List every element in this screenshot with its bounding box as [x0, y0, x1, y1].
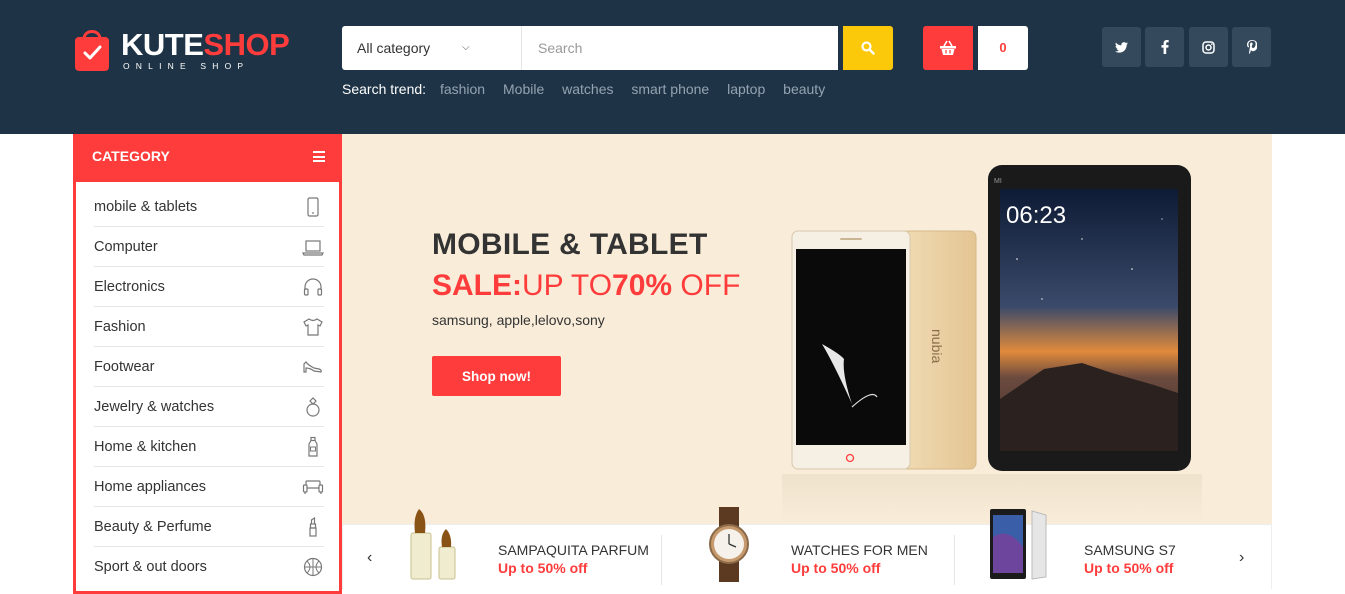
mobile-icon — [307, 197, 319, 217]
search-trend-label: Search trend: — [342, 81, 427, 97]
category-item-label: Fashion — [94, 319, 146, 335]
watch-image — [709, 507, 749, 582]
sale-label: SALE: — [432, 269, 522, 302]
tablet-clock: 06:23 — [1006, 202, 1066, 229]
facebook-icon — [1161, 40, 1169, 54]
category-item-label: Electronics — [94, 279, 165, 295]
hero-banner: MOBILE & TABLET SALE:UP TO70% OFF samsun… — [342, 134, 1272, 524]
product-name: SAMSUNG S7 — [1084, 542, 1176, 558]
category-item-label: Sport & out doors — [94, 559, 207, 575]
category-item-label: mobile & tablets — [94, 199, 198, 215]
category-item-beauty-perfume[interactable]: Beauty & Perfume — [94, 507, 324, 547]
twitter-button[interactable] — [1102, 27, 1141, 67]
category-sidebar: CATEGORY mobile & tablets Computer Elect… — [73, 134, 342, 594]
banner-title: MOBILE & TABLET — [432, 228, 708, 261]
category-item-mobile-tablets[interactable]: mobile & tablets — [94, 187, 324, 227]
trend-link-mobile[interactable]: Mobile — [503, 81, 544, 97]
trend-link-beauty[interactable]: beauty — [783, 81, 825, 97]
trend-link-laptop[interactable]: laptop — [727, 81, 765, 97]
facebook-button[interactable] — [1145, 27, 1184, 67]
smartphone-image — [990, 509, 1047, 580]
category-item-label: Jewelry & watches — [94, 399, 215, 415]
sale-suffix: OFF — [672, 269, 741, 302]
sale-percent: 70% — [612, 269, 673, 302]
category-list: mobile & tablets Computer Electronics Fa… — [94, 187, 324, 587]
category-item-label: Beauty & Perfume — [94, 519, 212, 535]
category-item-electronics[interactable]: Electronics — [94, 267, 324, 307]
category-select[interactable]: All category ⌵ — [342, 26, 522, 70]
search-trend: Search trend: fashion Mobile watches sma… — [342, 81, 839, 97]
product-name: WATCHES FOR MEN — [791, 542, 928, 558]
divider — [661, 535, 662, 585]
cart-button[interactable] — [923, 26, 973, 70]
product-deal: Up to 50% off — [498, 560, 588, 576]
search-input[interactable] — [523, 26, 835, 70]
trend-link-fashion[interactable]: fashion — [440, 81, 485, 97]
sale-text: UP TO — [522, 269, 613, 302]
category-item-footwear[interactable]: Footwear — [94, 347, 324, 387]
perfume-image — [410, 509, 456, 580]
category-header[interactable]: CATEGORY — [73, 134, 342, 182]
lipstick-icon — [309, 516, 317, 537]
trend-link-smart-phone[interactable]: smart phone — [631, 81, 709, 97]
ring-icon — [306, 397, 320, 417]
category-item-jewelry-watches[interactable]: Jewelry & watches — [94, 387, 324, 427]
ball-icon — [303, 557, 323, 577]
headphones-icon — [303, 278, 323, 296]
search-button[interactable] — [843, 26, 893, 70]
logo-tagline: ONLINE SHOP — [123, 61, 250, 71]
divider — [954, 535, 955, 585]
category-title: CATEGORY — [92, 148, 170, 164]
menu-icon — [313, 151, 325, 162]
category-item-label: Home appliances — [94, 479, 207, 495]
product-deal: Up to 50% off — [791, 560, 881, 576]
pinterest-button[interactable] — [1232, 27, 1271, 67]
category-item-fashion[interactable]: Fashion — [94, 307, 324, 347]
tablet-brand-mark: MI — [994, 178, 1002, 185]
banner-brands: samsung, apple,lelovo,sony — [432, 312, 605, 328]
category-item-label: Home & kitchen — [94, 439, 197, 455]
search-icon — [861, 41, 875, 55]
logo-text-shop: SHOP — [203, 27, 290, 62]
sofa-icon — [302, 480, 324, 494]
category-item-label: Footwear — [94, 359, 155, 375]
product-strip: ‹ SAMPAQUITA PARFUM Up to 50% off WATCHE… — [342, 507, 1272, 589]
category-item-label: Computer — [94, 239, 158, 255]
chevron-right-icon[interactable]: › — [1239, 549, 1244, 567]
trend-link-watches[interactable]: watches — [562, 81, 613, 97]
product-name: SAMPAQUITA PARFUM — [498, 542, 649, 558]
pinterest-icon — [1246, 40, 1257, 54]
twitter-icon — [1115, 41, 1128, 53]
category-item-home-kitchen[interactable]: Home & kitchen — [94, 427, 324, 467]
shop-now-button[interactable]: Shop now! — [432, 356, 561, 396]
nubia-logo: nubia — [929, 329, 945, 363]
logo-text-kute: KUTE — [121, 27, 204, 62]
chevron-left-icon[interactable]: ‹ — [367, 549, 372, 567]
shopping-bag-icon — [75, 30, 109, 71]
shoe-icon — [303, 361, 322, 373]
basket-icon — [940, 40, 956, 55]
search-bar: All category ⌵ — [342, 26, 838, 70]
tshirt-icon — [303, 318, 323, 336]
category-item-home-appliances[interactable]: Home appliances — [94, 467, 324, 507]
cart-count[interactable]: 0 — [978, 26, 1028, 70]
laptop-icon — [302, 240, 324, 256]
category-select-value: All category — [357, 40, 431, 56]
site-header: KUTESHOP ONLINE SHOP All category ⌵ 0 — [0, 0, 1345, 134]
category-item-sport-outdoors[interactable]: Sport & out doors — [94, 547, 324, 587]
devices-image: nubia 06:23 MI — [782, 165, 1202, 524]
category-item-computer[interactable]: Computer — [94, 227, 324, 267]
instagram-button[interactable] — [1189, 27, 1228, 67]
logo[interactable]: KUTESHOP ONLINE SHOP — [73, 25, 303, 75]
bottle-icon — [308, 436, 318, 457]
product-deal: Up to 50% off — [1084, 560, 1174, 576]
chevron-down-icon: ⌵ — [462, 42, 470, 53]
instagram-icon — [1202, 40, 1215, 54]
banner-sale-text: SALE:UP TO70% OFF — [432, 269, 740, 303]
